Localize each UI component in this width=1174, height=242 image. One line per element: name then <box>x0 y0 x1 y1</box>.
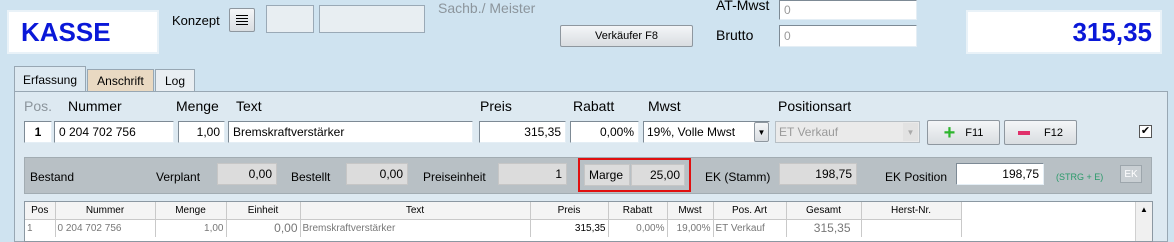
tab-log[interactable]: Log <box>155 69 195 92</box>
konzept-label: Konzept <box>172 13 220 28</box>
scroll-up-icon[interactable]: ▲ <box>1136 205 1152 214</box>
ek-shortcut-hint: (STRG + E) <box>1056 172 1104 182</box>
header-text: Text <box>236 98 262 114</box>
total-box: 315,35 <box>966 10 1162 54</box>
preiseinheit-label: Preiseinheit <box>423 170 486 184</box>
positionsart-select-value: ET Verkauf <box>779 125 839 139</box>
header-pos: Pos. <box>24 98 53 114</box>
kasse-title: KASSE <box>21 16 111 47</box>
tab-erfassung-label: Erfassung <box>22 72 78 87</box>
kasse-title-box: KASSE <box>7 10 159 54</box>
tab-anschrift[interactable]: Anschrift <box>87 69 154 92</box>
col-pos-art[interactable]: Pos. Art <box>713 202 787 219</box>
positionsart-dropdown-arrow[interactable]: ▼ <box>903 123 918 141</box>
mwst-dropdown-arrow[interactable]: ▼ <box>754 122 769 142</box>
col-pos[interactable]: Pos <box>25 202 56 219</box>
preis-field[interactable]: 315,35 <box>479 121 566 143</box>
marge-label: Marge <box>584 164 630 186</box>
plus-icon: + <box>943 121 956 144</box>
text-field[interactable]: Bremskraftverstärker <box>228 121 473 143</box>
header-menge: Menge <box>176 98 219 114</box>
marge-value: 25,00 <box>631 164 685 186</box>
mwst-select[interactable]: 19%, Volle Mwst ▼ <box>643 121 770 143</box>
header-rabatt: Rabatt <box>573 98 615 114</box>
cell-gesamt: 315,35 <box>786 219 862 237</box>
table-row[interactable]: 1 0 204 702 756 1,00 0,00 Bremskraftvers… <box>25 219 962 237</box>
cell-menge: 1,00 <box>155 219 227 237</box>
brutto-field[interactable]: 0 <box>779 25 917 47</box>
positions-table: Pos Nummer Menge Einheit Text Preis Raba… <box>24 201 1153 242</box>
add-position-button[interactable]: + F11 <box>927 120 1000 145</box>
cell-pos-art: ET Verkauf <box>713 219 787 237</box>
col-text[interactable]: Text <box>300 202 531 219</box>
col-rabatt[interactable]: Rabatt <box>608 202 668 219</box>
konzept-field-2[interactable] <box>319 5 425 33</box>
col-menge[interactable]: Menge <box>155 202 227 219</box>
minus-icon <box>1018 130 1031 135</box>
col-herst-nr[interactable]: Herst-Nr. <box>861 202 962 219</box>
cell-pos: 1 <box>25 219 56 237</box>
bestellt-value: 0,00 <box>346 163 408 185</box>
col-nummer[interactable]: Nummer <box>55 202 156 219</box>
verplant-label: Verplant <box>156 170 201 184</box>
col-mwst[interactable]: Mwst <box>667 202 714 219</box>
cell-nummer: 0 204 702 756 <box>55 219 156 237</box>
rabatt-field[interactable]: 0,00% <box>570 121 639 143</box>
total-amount: 315,35 <box>1072 16 1152 47</box>
remove-position-label: F12 <box>1044 126 1063 139</box>
header-nummer: Nummer <box>68 98 122 114</box>
nummer-field[interactable]: 0 204 702 756 <box>54 121 174 143</box>
konzept-field-1[interactable] <box>266 5 314 33</box>
header-positionsart: Positionsart <box>778 98 852 114</box>
cell-einheit: 0,00 <box>226 219 301 237</box>
tab-log-label: Log <box>164 73 186 88</box>
add-position-label: F11 <box>965 126 984 139</box>
header-mwst: Mwst <box>648 98 681 114</box>
col-einheit[interactable]: Einheit <box>226 202 301 219</box>
verplant-value: 0,00 <box>217 163 277 185</box>
remove-position-button[interactable]: F12 <box>1004 120 1077 145</box>
cell-mwst: 19,00% <box>667 219 714 237</box>
ek-stamm-value: 198,75 <box>779 163 857 185</box>
verkaeufer-button[interactable]: Verkäufer F8 <box>560 25 693 47</box>
cell-herst-nr <box>861 219 962 237</box>
cell-rabatt: 0,00% <box>608 219 668 237</box>
ek-stamm-label: EK (Stamm) <box>705 170 771 184</box>
ek-position-label: EK Position <box>885 170 948 184</box>
ek-position-field[interactable]: 198,75 <box>956 163 1044 185</box>
position-checkbox[interactable]: ✔ <box>1139 125 1152 138</box>
pos-field[interactable]: 1 <box>24 121 52 143</box>
col-preis[interactable]: Preis <box>530 202 609 219</box>
col-gesamt[interactable]: Gesamt <box>786 202 862 219</box>
header-preis: Preis <box>480 98 512 114</box>
ek-button[interactable]: EK <box>1120 165 1142 183</box>
bestand-label: Bestand <box>30 170 75 184</box>
lines-icon <box>236 15 248 25</box>
preiseinheit-value: 1 <box>498 163 567 185</box>
mwst-select-value: 19%, Volle Mwst <box>647 125 736 139</box>
positionsart-select[interactable]: ET Verkauf ▼ <box>775 121 920 143</box>
cell-text: Bremskraftverstärker <box>300 219 531 237</box>
sachb-meister-label: Sachb./ Meister <box>438 0 536 16</box>
tab-erfassung[interactable]: Erfassung <box>14 66 86 92</box>
at-mwst-field[interactable]: 0 <box>779 0 917 20</box>
tab-anschrift-label: Anschrift <box>97 73 144 88</box>
menge-field[interactable]: 1,00 <box>178 121 225 143</box>
checkmark-icon: ✔ <box>1140 125 1151 137</box>
table-scrollbar[interactable]: ▲ <box>1135 202 1152 241</box>
bestellt-label: Bestellt <box>291 170 331 184</box>
at-mwst-label: AT-Mwst <box>716 0 770 13</box>
cell-preis: 315,35 <box>530 219 609 237</box>
brutto-label: Brutto <box>716 27 754 43</box>
konzept-notes-button[interactable] <box>229 8 255 32</box>
